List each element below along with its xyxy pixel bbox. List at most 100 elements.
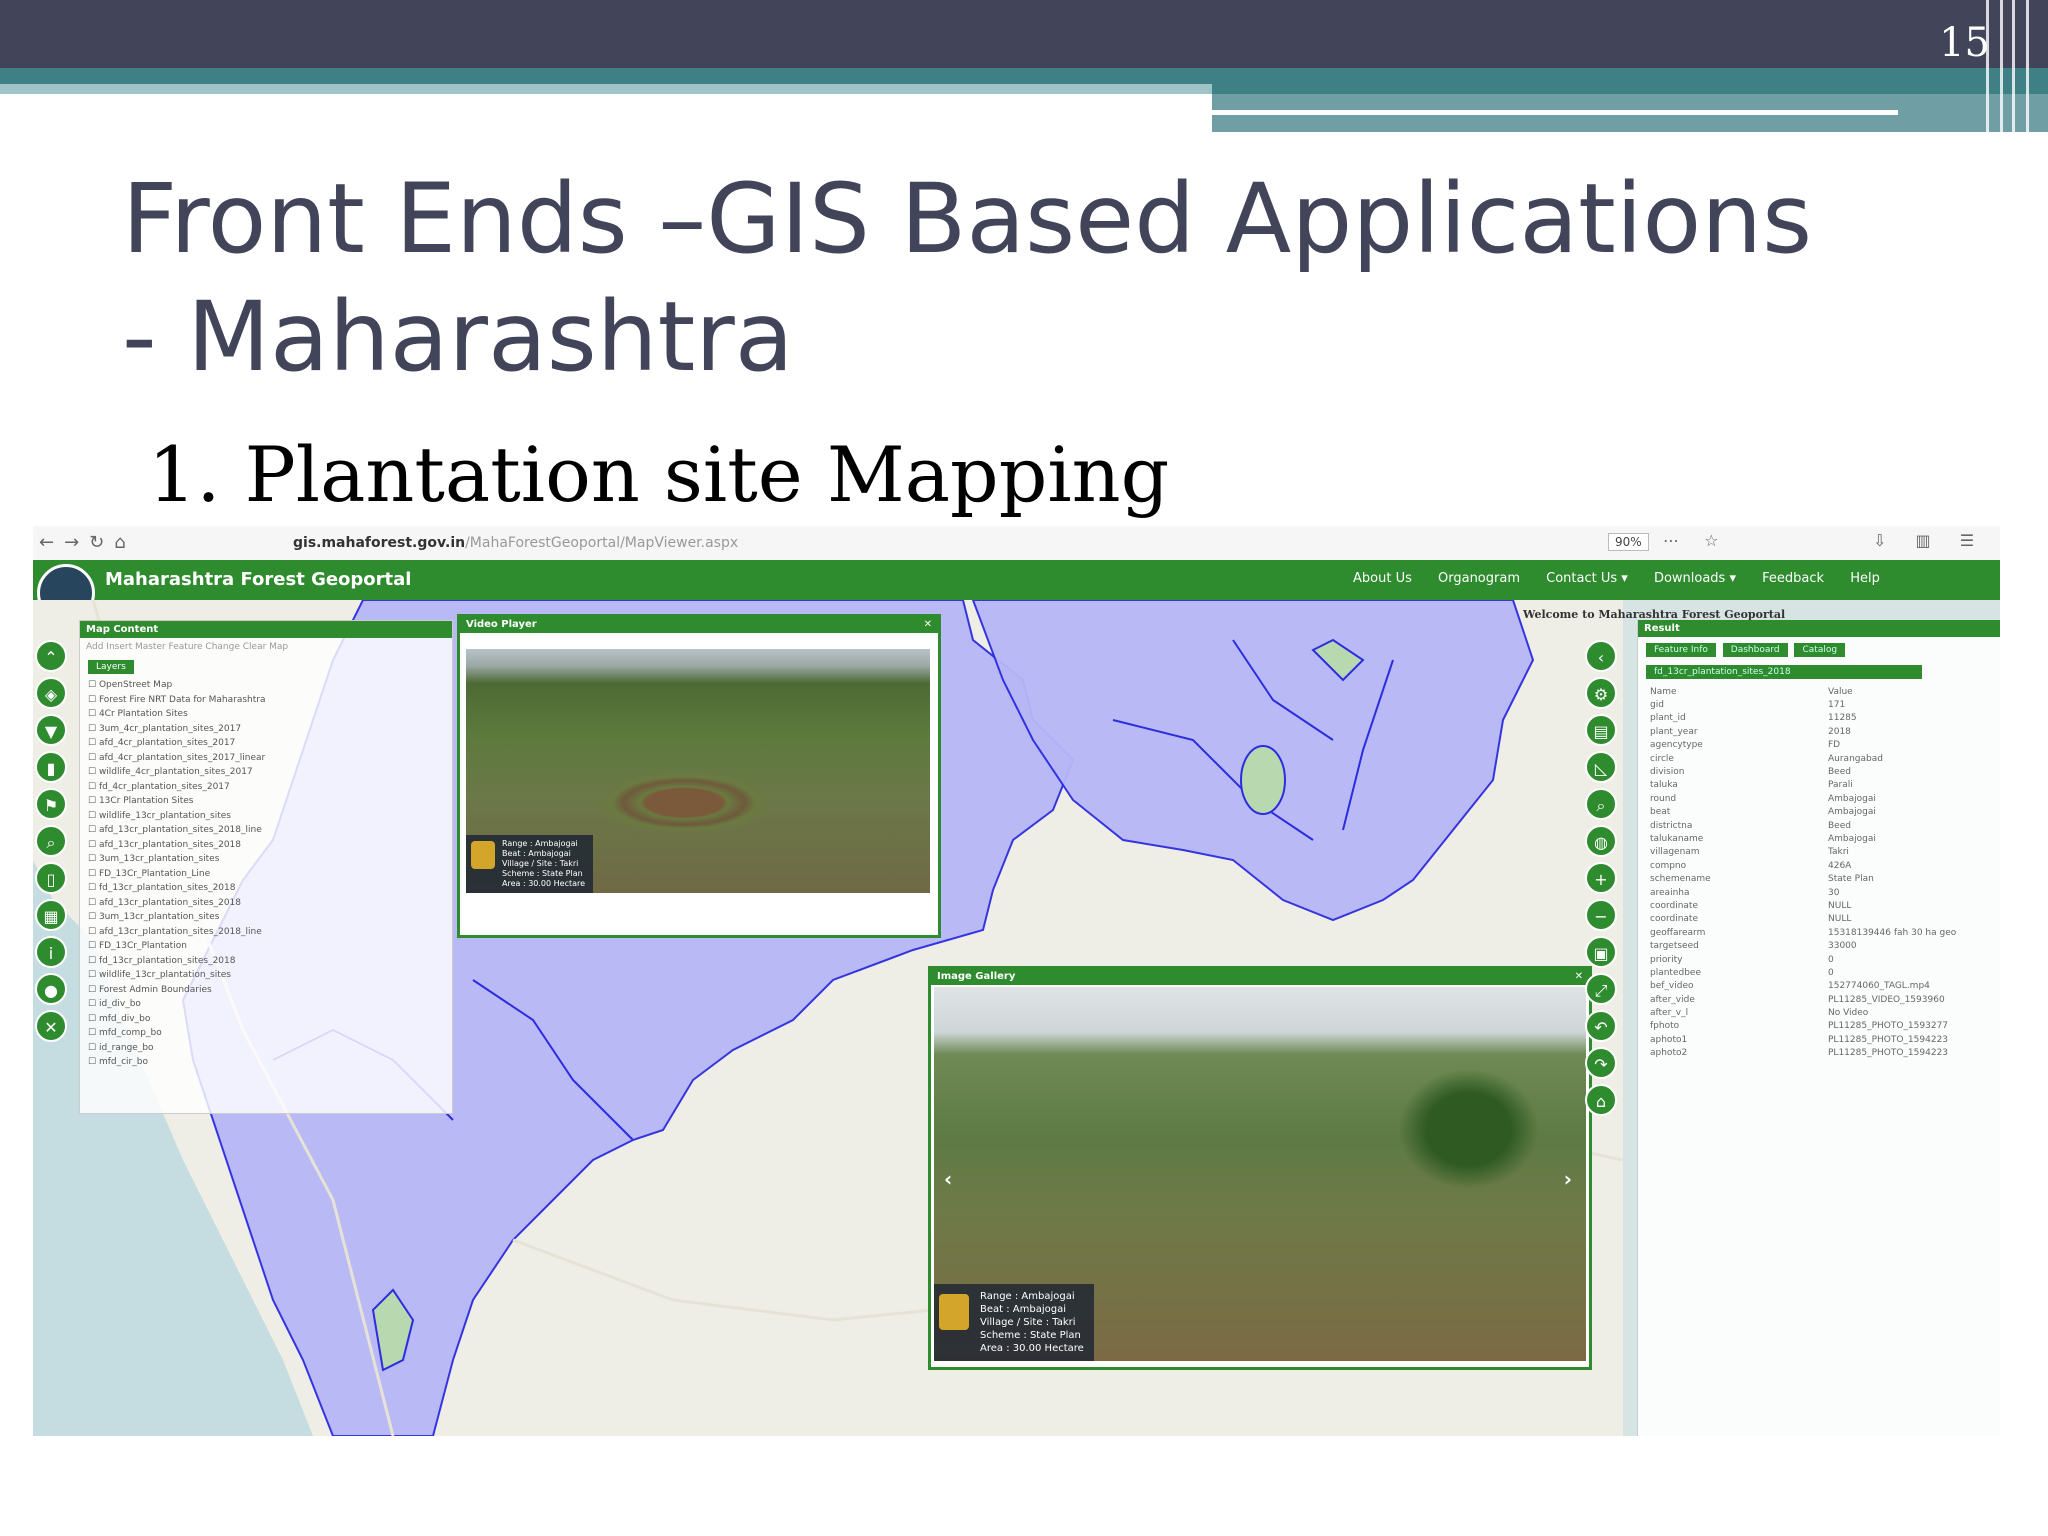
layers-icon[interactable]: ◈ <box>35 677 67 709</box>
menu-help[interactable]: Help <box>1850 571 1880 586</box>
checkbox-icon[interactable]: ☐ <box>88 840 99 850</box>
chevron-left-icon[interactable]: ‹ <box>1585 640 1617 672</box>
zoom-level[interactable]: 90% <box>1608 533 1649 551</box>
checkbox-icon[interactable]: ☐ <box>88 1028 99 1038</box>
checkbox-icon[interactable]: ☐ <box>88 970 99 980</box>
location-icon[interactable]: ● <box>35 973 67 1005</box>
menu-feedback[interactable]: Feedback <box>1762 571 1824 586</box>
globe-icon[interactable]: ◍ <box>1585 825 1617 857</box>
tab-feature-info[interactable]: Feature Info <box>1646 643 1716 657</box>
extent-icon[interactable]: ▣ <box>1585 936 1617 968</box>
undo-icon[interactable]: ↶ <box>1585 1010 1617 1042</box>
layer-tree-item[interactable]: ☐ 3um_13cr_plantation_sites <box>88 854 444 869</box>
checkbox-icon[interactable]: ☐ <box>88 869 99 879</box>
gear-icon[interactable]: ⚙ <box>1585 677 1617 709</box>
checkbox-icon[interactable]: ☐ <box>88 825 99 835</box>
layer-tree-item[interactable]: ☐ afd_13cr_plantation_sites_2018 <box>88 840 444 855</box>
tab-layers[interactable]: Layers <box>88 660 134 674</box>
checkbox-icon[interactable]: ☐ <box>88 927 99 937</box>
tab-catalog[interactable]: Catalog <box>1794 643 1846 657</box>
identify-icon[interactable]: ⌕ <box>1585 788 1617 820</box>
close-icon[interactable]: ✕ <box>924 617 932 633</box>
layer-tree-item[interactable]: ☐ 3um_13cr_plantation_sites <box>88 912 444 927</box>
checkbox-icon[interactable]: ☐ <box>88 724 99 734</box>
layer-tree-item[interactable]: ☐ Forest Admin Boundaries <box>88 985 444 1000</box>
layer-tree-item[interactable]: ☐ afd_4cr_plantation_sites_2017 <box>88 738 444 753</box>
layer-tree-item[interactable]: ☐ 3um_4cr_plantation_sites_2017 <box>88 724 444 739</box>
map-canvas[interactable]: Welcome to Maharashtra Forest Geoportal … <box>33 600 2000 1436</box>
menu-about-us[interactable]: About Us <box>1353 571 1412 586</box>
home-icon[interactable]: ⌂ <box>1585 1084 1617 1116</box>
map-icon[interactable]: ▤ <box>1585 714 1617 746</box>
chevron-right-icon[interactable]: › <box>1564 1167 1572 1191</box>
search-icon[interactable]: ⌕ <box>35 825 67 857</box>
layer-tree-item[interactable]: ☐ fd_13cr_plantation_sites_2018 <box>88 883 444 898</box>
measure-icon[interactable]: ◺ <box>1585 751 1617 783</box>
fullscreen-icon[interactable]: ⤢ <box>1585 973 1617 1005</box>
info-icon[interactable]: i <box>35 936 67 968</box>
close-icon[interactable]: ✕ <box>1575 969 1583 985</box>
checkbox-icon[interactable]: ☐ <box>88 999 99 1009</box>
map-content-tools[interactable]: Add Insert Master Feature Change Clear M… <box>80 638 452 656</box>
menu-contact-us[interactable]: Contact Us ▾ <box>1546 571 1628 586</box>
checkbox-icon[interactable]: ☐ <box>88 956 99 966</box>
layer-tree-item[interactable]: ☐ mfd_div_bo <box>88 1014 444 1029</box>
checkbox-icon[interactable]: ☐ <box>88 883 99 893</box>
checkbox-icon[interactable]: ☐ <box>88 912 99 922</box>
checkbox-icon[interactable]: ☐ <box>88 695 99 705</box>
checkbox-icon[interactable]: ☐ <box>88 941 99 951</box>
layer-tree-item[interactable]: ☐ id_div_bo <box>88 999 444 1014</box>
layer-tree-item[interactable]: ☐ afd_13cr_plantation_sites_2018_line <box>88 825 444 840</box>
checkbox-icon[interactable]: ☐ <box>88 738 99 748</box>
zoom-in-icon[interactable]: + <box>1585 862 1617 894</box>
checkbox-icon[interactable]: ☐ <box>88 854 99 864</box>
chevron-left-icon[interactable]: ‹ <box>944 1167 952 1191</box>
layer-tree-item[interactable]: ☐ wildlife_13cr_plantation_sites <box>88 970 444 985</box>
redo-icon[interactable]: ↷ <box>1585 1047 1617 1079</box>
layer-tree-item[interactable]: ☐ afd_13cr_plantation_sites_2018_line <box>88 927 444 942</box>
chart-icon[interactable]: ▮ <box>35 751 67 783</box>
checkbox-icon[interactable]: ☐ <box>88 898 99 908</box>
layer-tree-item[interactable]: ☐ wildlife_4cr_plantation_sites_2017 <box>88 767 444 782</box>
layer-tree-item[interactable]: ☐ id_range_bo <box>88 1043 444 1058</box>
checkbox-icon[interactable]: ☐ <box>88 985 99 995</box>
layer-tree-item[interactable]: ☐ afd_4cr_plantation_sites_2017_linear <box>88 753 444 768</box>
checkbox-icon[interactable]: ☐ <box>88 1057 99 1067</box>
menu-organogram[interactable]: Organogram <box>1438 571 1520 586</box>
plantation-video-frame[interactable]: Range : Ambajogai Beat : Ambajogai Villa… <box>466 649 930 893</box>
chevron-up-icon[interactable]: ⌃ <box>35 640 67 672</box>
checkbox-icon[interactable]: ☐ <box>88 811 99 821</box>
layer-tree-item[interactable]: ☐ OpenStreet Map <box>88 680 444 695</box>
checkbox-icon[interactable]: ☐ <box>88 796 99 806</box>
tools-icon[interactable]: ✕ <box>35 1010 67 1042</box>
layer-tree-item[interactable]: ☐ FD_13Cr_Plantation <box>88 941 444 956</box>
checkbox-icon[interactable]: ☐ <box>88 680 99 690</box>
flag-icon[interactable]: ⚑ <box>35 788 67 820</box>
layer-tree-item[interactable]: ☐ mfd_cir_bo <box>88 1057 444 1072</box>
layer-tree-item[interactable]: ☐ fd_4cr_plantation_sites_2017 <box>88 782 444 797</box>
trash-icon[interactable]: ▯ <box>35 862 67 894</box>
browser-nav-buttons[interactable]: ←→↻⌂ <box>39 532 136 553</box>
address-bar[interactable]: gis.mahaforest.gov.in/MahaForestGeoporta… <box>293 535 738 551</box>
layer-tree-item[interactable]: ☐ Forest Fire NRT Data for Maharashtra <box>88 695 444 710</box>
menu-downloads[interactable]: Downloads ▾ <box>1654 571 1736 586</box>
result-layer-select[interactable]: fd_13cr_plantation_sites_2018 <box>1646 665 1922 679</box>
layer-tree-item[interactable]: ☐ 13Cr Plantation Sites <box>88 796 444 811</box>
layer-tree-item[interactable]: ☐ FD_13Cr_Plantation_Line <box>88 869 444 884</box>
filter-icon[interactable]: ▼ <box>35 714 67 746</box>
bookmark-icon[interactable]: ⋯ ☆ <box>1663 531 1728 550</box>
tab-dashboard[interactable]: Dashboard <box>1722 643 1788 657</box>
layer-tree-item[interactable]: ☐ mfd_comp_bo <box>88 1028 444 1043</box>
layer-tree-item[interactable]: ☐ fd_13cr_plantation_sites_2018 <box>88 956 444 971</box>
checkbox-icon[interactable]: ☐ <box>88 1014 99 1024</box>
download-icon[interactable]: ⇩ ▥ ☰ <box>1873 531 1986 550</box>
checkbox-icon[interactable]: ☐ <box>88 753 99 763</box>
checkbox-icon[interactable]: ☐ <box>88 782 99 792</box>
layer-tree-item[interactable]: ☐ wildlife_13cr_plantation_sites <box>88 811 444 826</box>
checkbox-icon[interactable]: ☐ <box>88 767 99 777</box>
layer-tree-item[interactable]: ☐ afd_13cr_plantation_sites_2018 <box>88 898 444 913</box>
grid-icon[interactable]: ▦ <box>35 899 67 931</box>
zoom-out-icon[interactable]: − <box>1585 899 1617 931</box>
layer-tree-item[interactable]: ☐ 4Cr Plantation Sites <box>88 709 444 724</box>
checkbox-icon[interactable]: ☐ <box>88 709 99 719</box>
